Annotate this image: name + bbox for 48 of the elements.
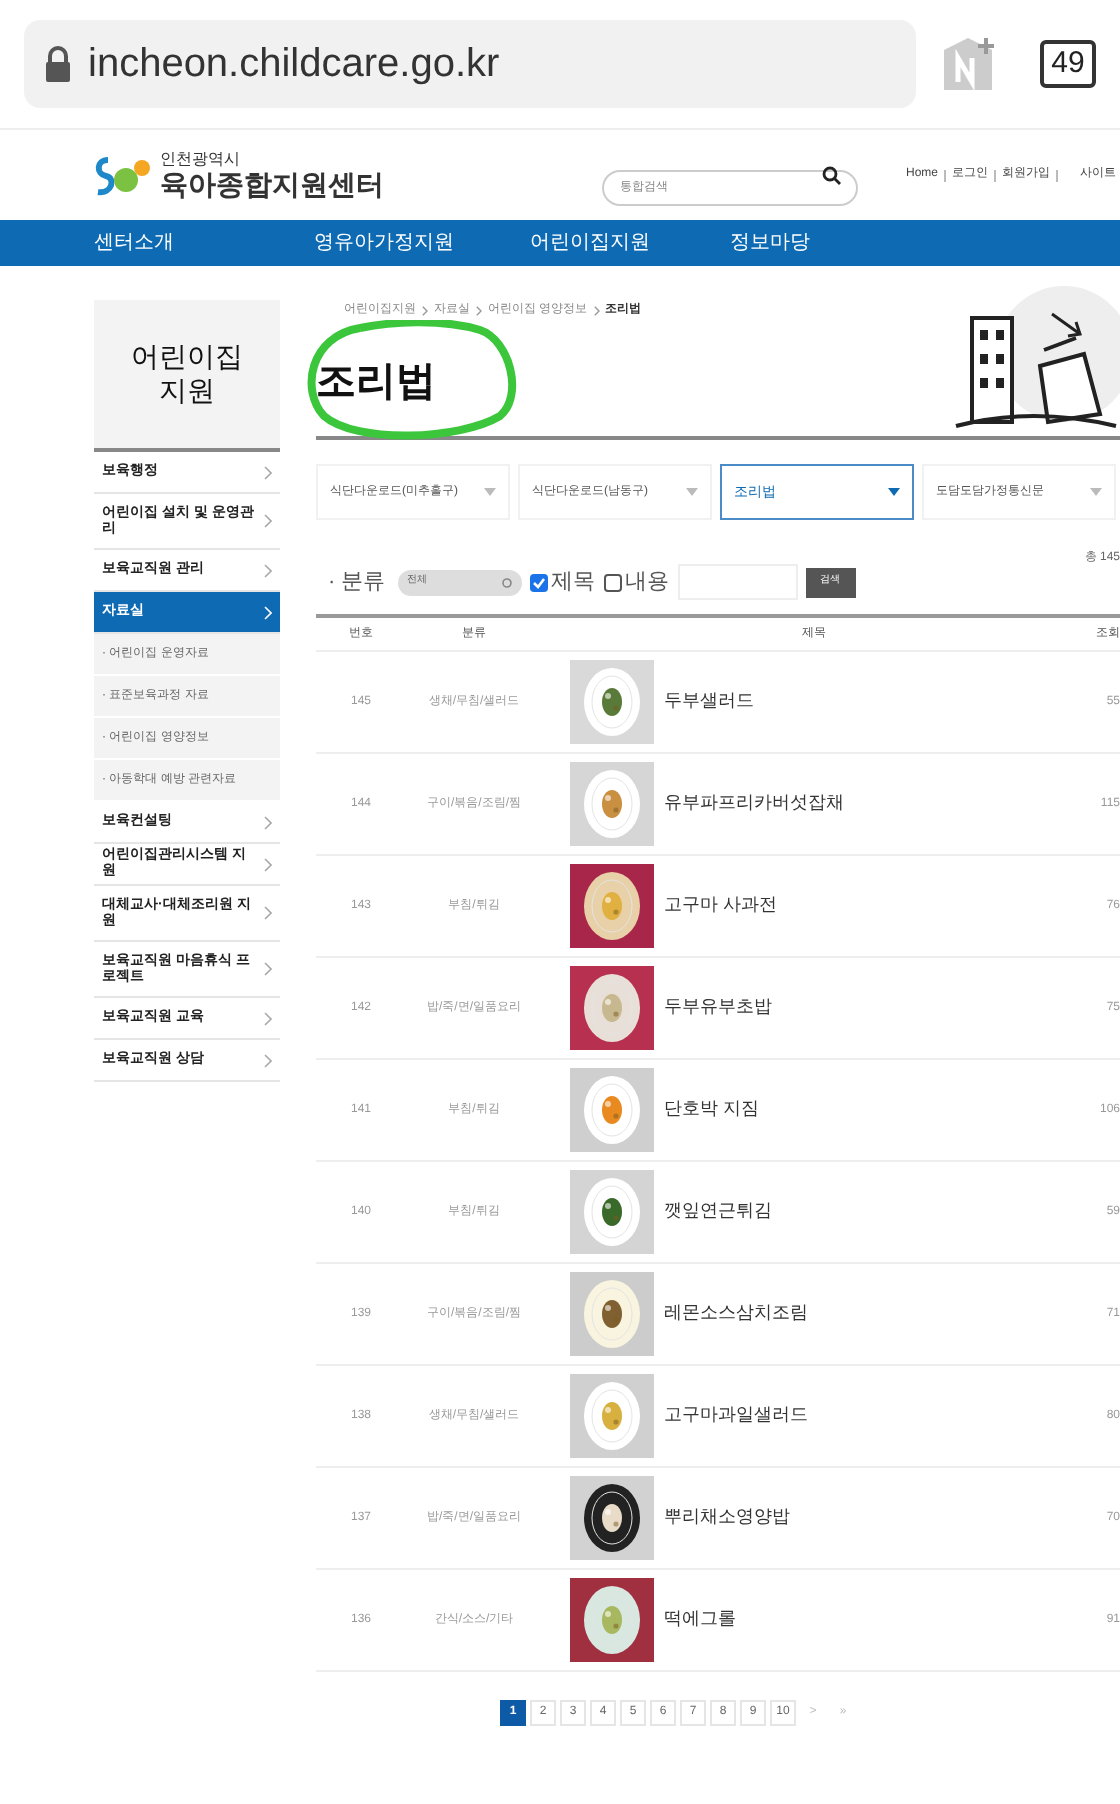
chevron-icon: [264, 815, 272, 829]
recipe-link[interactable]: 고구마과일샐러드: [664, 1402, 808, 1430]
chevron-icon: [264, 1053, 272, 1067]
checkbox-label: 제목: [551, 567, 596, 598]
chevron-icon: [264, 465, 272, 479]
add-tab-icon[interactable]: [940, 34, 1000, 94]
dropdown-caret-icon: [484, 488, 496, 496]
lock-icon: [44, 46, 72, 82]
nav-menu-item[interactable]: 영유아가정지원: [314, 228, 530, 258]
recipe-link[interactable]: 유부파프리카버섯잡채: [664, 790, 844, 818]
checkbox[interactable]: [603, 573, 622, 591]
dropdown-caret-icon: [686, 488, 698, 496]
chevron-icon: [264, 906, 272, 920]
chevron-icon: [264, 857, 272, 871]
recipe-link[interactable]: 두부유부초밥: [664, 994, 772, 1022]
chevron-icon: [422, 305, 428, 315]
nav-menu-item[interactable]: 센터소개: [94, 228, 314, 258]
chevron-icon: [264, 605, 272, 619]
url-text: incheon.childcare.go.kr: [88, 40, 500, 90]
page-title: 조리법: [316, 358, 436, 408]
recipe-link[interactable]: 고구마 사과전: [664, 892, 778, 920]
address-bar[interactable]: incheon.childcare.go.kr: [24, 20, 916, 108]
recipe-link[interactable]: 떡에그롤: [664, 1606, 736, 1634]
recipe-link[interactable]: 단호박 지짐: [664, 1096, 760, 1124]
logo-icon[interactable]: [92, 153, 152, 197]
checkbox-label: 내용: [625, 567, 670, 598]
chevron-icon: [476, 305, 482, 315]
recipe-link[interactable]: 레몬소스삼치조림: [664, 1300, 808, 1328]
checkbox[interactable]: [529, 573, 548, 591]
chevron-icon: [264, 514, 272, 528]
recipe-link[interactable]: 두부샐러드: [664, 688, 754, 716]
nav-menu-item[interactable]: 정보마당: [730, 228, 890, 258]
tab-count-button[interactable]: 49: [1040, 40, 1096, 88]
recipe-link[interactable]: 깻잎연근튀김: [664, 1198, 772, 1226]
select-icon: [501, 577, 512, 587]
chevron-icon: [264, 962, 272, 976]
dropdown-caret-icon: [1090, 488, 1102, 496]
sidebar-title: 어린이집 지원: [129, 340, 245, 408]
filter-label: · 분류: [328, 567, 386, 598]
nav-menu-item[interactable]: 어린이집지원: [530, 228, 730, 258]
chevron-icon: [593, 305, 600, 315]
search-icon[interactable]: [822, 165, 842, 185]
logo-title: 육아종합지원센터: [160, 170, 384, 198]
dropdown-caret-icon: [888, 488, 900, 496]
chevron-icon: [264, 1011, 272, 1025]
recipe-link[interactable]: 뿌리채소영양밥: [664, 1504, 790, 1532]
logo-subtitle: 인천광역시: [160, 152, 242, 168]
chevron-icon: [264, 563, 272, 577]
